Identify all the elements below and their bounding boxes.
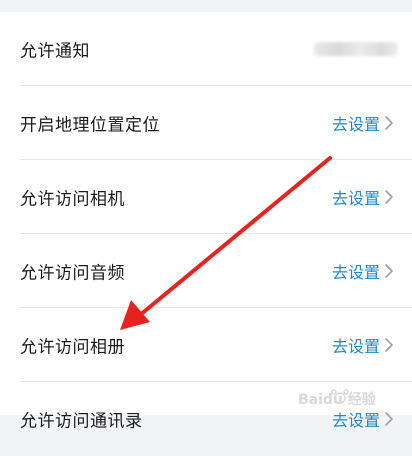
settings-list: 允许通知 开启地理位置定位 去设置 允许访问相机 去设置 允许访问音频 去设置 … <box>0 12 412 432</box>
settings-row-photos[interactable]: 允许访问相册 去设置 <box>0 308 412 382</box>
baidu-watermark: Baidu 经验 <box>298 389 377 408</box>
chevron-right-icon <box>385 190 393 204</box>
top-strip <box>0 0 412 12</box>
row-label: 允许通知 <box>20 41 90 62</box>
settings-row-notifications[interactable]: 允许通知 <box>0 12 412 86</box>
go-settings-link[interactable]: 去设置 <box>332 185 380 209</box>
row-label: 允许访问相册 <box>20 337 125 358</box>
go-settings-link[interactable]: 去设置 <box>332 259 380 283</box>
row-label: 允许访问通讯录 <box>20 411 143 432</box>
row-label: 开启地理位置定位 <box>20 115 160 136</box>
chevron-right-icon <box>385 264 393 278</box>
go-settings-link[interactable]: 去设置 <box>332 333 380 357</box>
go-settings-link[interactable]: 去设置 <box>332 111 380 135</box>
watermark-text: Baidu 经验 <box>298 391 377 408</box>
row-label: 允许访问相机 <box>20 189 125 210</box>
blurred-value <box>314 42 398 56</box>
settings-row-audio[interactable]: 允许访问音频 去设置 <box>0 234 412 308</box>
settings-row-camera[interactable]: 允许访问相机 去设置 <box>0 160 412 234</box>
chevron-right-icon <box>385 116 393 130</box>
row-label: 允许访问音频 <box>20 263 125 284</box>
chevron-right-icon <box>385 338 393 352</box>
settings-row-location[interactable]: 开启地理位置定位 去设置 <box>0 86 412 160</box>
chevron-right-icon <box>385 412 393 426</box>
